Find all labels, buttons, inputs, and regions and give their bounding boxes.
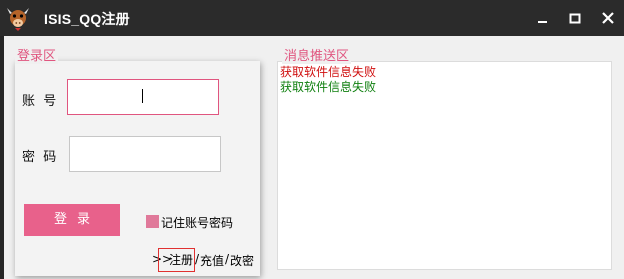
password-label: 密 码 xyxy=(22,150,57,165)
account-label: 账 号 xyxy=(22,94,57,109)
link-separator: / xyxy=(195,252,200,266)
recharge-link[interactable]: 充值 xyxy=(200,252,224,269)
maximize-icon xyxy=(569,13,581,24)
message-group-label: 消息推送区 xyxy=(282,45,352,64)
minimize-button[interactable] xyxy=(528,4,556,32)
message-panel[interactable]: 获取软件信息失败 获取软件信息失败 xyxy=(277,61,612,270)
account-input[interactable] xyxy=(67,79,219,115)
remember-checkbox[interactable] xyxy=(146,215,159,228)
change-password-link[interactable]: 改密 xyxy=(230,252,254,269)
password-input[interactable] xyxy=(69,136,221,172)
cow-head-icon xyxy=(4,4,32,32)
title-bar: ISIS_QQ注册 xyxy=(0,0,624,36)
maximize-button[interactable] xyxy=(561,4,589,32)
close-button[interactable] xyxy=(594,4,622,32)
window-edge xyxy=(0,36,4,279)
minimize-icon xyxy=(538,21,547,23)
login-button[interactable]: 登录 xyxy=(24,204,120,236)
login-group-label: 登录区 xyxy=(15,45,59,64)
link-separator: / xyxy=(225,252,230,266)
close-icon xyxy=(602,12,614,24)
text-caret xyxy=(142,89,143,103)
register-link[interactable]: 注册 xyxy=(158,248,195,272)
message-line: 获取软件信息失败 xyxy=(280,80,377,94)
remember-label[interactable]: 记住账号密码 xyxy=(161,214,233,231)
window-title: ISIS_QQ注册 xyxy=(44,11,130,27)
